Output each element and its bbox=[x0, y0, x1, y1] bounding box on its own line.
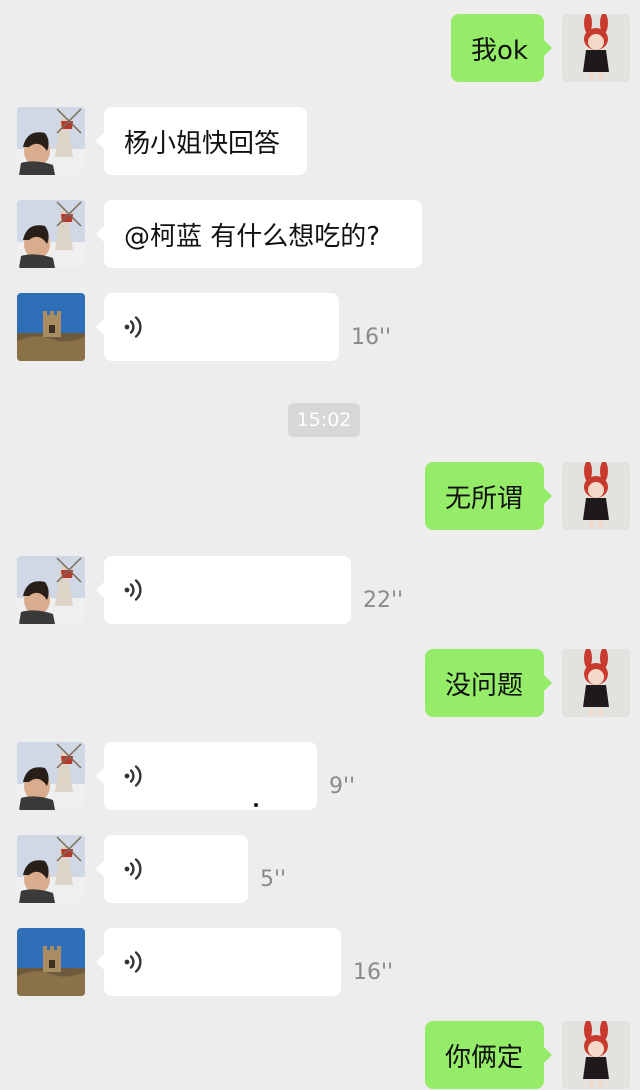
message-text: 没问题 bbox=[445, 670, 524, 701]
woman-windmill-avatar[interactable] bbox=[17, 835, 85, 903]
cartoon-girl-avatar[interactable] bbox=[562, 14, 630, 82]
voice-message-bubble[interactable] bbox=[96, 742, 317, 810]
message-text: @柯蓝 有什么想吃的? bbox=[124, 221, 381, 252]
message-bubble-received[interactable]: 杨小姐快回答 bbox=[96, 107, 307, 175]
woman-windmill-avatar[interactable] bbox=[17, 556, 85, 624]
voice-duration: 9'' bbox=[329, 774, 356, 799]
message-text: 杨小姐快回答 bbox=[124, 128, 281, 159]
message-bubble-sent[interactable]: 没问题 bbox=[425, 649, 552, 717]
woman-windmill-avatar[interactable] bbox=[17, 742, 85, 810]
cartoon-girl-avatar[interactable] bbox=[562, 462, 630, 530]
voice-duration: 16'' bbox=[351, 325, 392, 350]
voice-message-bubble[interactable] bbox=[96, 928, 341, 996]
voice-duration: 5'' bbox=[260, 867, 287, 892]
message-bubble-received[interactable]: @柯蓝 有什么想吃的? bbox=[96, 200, 422, 268]
voice-wave-icon bbox=[122, 950, 146, 974]
message-text: 我ok bbox=[471, 35, 528, 66]
voice-wave-icon bbox=[122, 578, 146, 602]
voice-message-bubble[interactable] bbox=[96, 293, 339, 361]
woman-windmill-avatar[interactable] bbox=[17, 107, 85, 175]
voice-message-bubble[interactable] bbox=[96, 835, 248, 903]
woman-windmill-avatar[interactable] bbox=[17, 200, 85, 268]
voice-wave-icon bbox=[122, 857, 146, 881]
voice-message-bubble[interactable] bbox=[96, 556, 351, 624]
voice-duration: 22'' bbox=[363, 588, 404, 613]
great-wall-avatar[interactable] bbox=[17, 293, 85, 361]
message-bubble-sent[interactable]: 无所谓 bbox=[425, 462, 552, 530]
great-wall-avatar[interactable] bbox=[17, 928, 85, 996]
message-text: 无所谓 bbox=[445, 483, 524, 514]
message-bubble-sent[interactable]: 我ok bbox=[451, 14, 552, 82]
cartoon-girl-avatar[interactable] bbox=[562, 1021, 630, 1089]
voice-duration: 16'' bbox=[353, 960, 394, 985]
voice-wave-icon bbox=[122, 764, 146, 788]
stray-dot bbox=[254, 803, 258, 807]
message-text: 你俩定 bbox=[445, 1042, 524, 1073]
voice-wave-icon bbox=[122, 315, 146, 339]
message-bubble-sent[interactable]: 你俩定 bbox=[425, 1021, 552, 1089]
timestamp-divider: 15:02 bbox=[288, 403, 360, 437]
cartoon-girl-avatar[interactable] bbox=[562, 649, 630, 717]
